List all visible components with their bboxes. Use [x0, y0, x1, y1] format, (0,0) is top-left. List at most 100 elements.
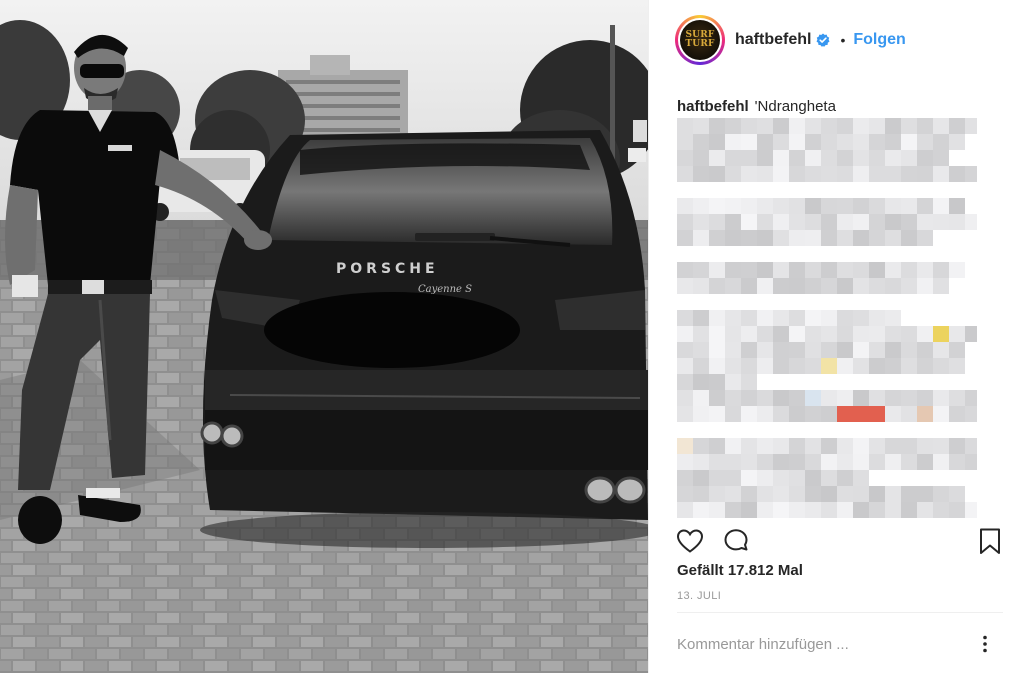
pixel-block — [869, 486, 885, 502]
pixel-block — [869, 342, 885, 358]
pixel-block — [837, 406, 853, 422]
avatar[interactable]: SURF TURF — [675, 15, 725, 65]
pixel-block — [773, 358, 789, 374]
pixel-block — [725, 214, 741, 230]
pixel-block — [789, 310, 805, 326]
pixel-block — [917, 214, 933, 230]
pixel-block — [741, 438, 757, 454]
pixel-block — [693, 502, 709, 518]
pixel-block — [821, 326, 837, 342]
photo-brand-text: PORSCHE — [336, 261, 439, 277]
heart-outline-icon[interactable] — [675, 526, 705, 556]
pixel-block — [773, 214, 789, 230]
verified-badge-icon — [816, 33, 830, 47]
pixel-block — [677, 150, 693, 166]
pixel-block — [933, 198, 949, 214]
pixel-block — [949, 342, 965, 358]
comment-bubble-icon[interactable] — [721, 526, 751, 556]
pixel-block — [917, 502, 933, 518]
likes-count[interactable]: Gefällt 17.812 Mal — [677, 562, 803, 579]
pixel-block — [677, 166, 693, 182]
pixel-block — [677, 486, 693, 502]
avatar-logo-line-2: TURF — [685, 39, 715, 49]
pixel-block — [773, 326, 789, 342]
pixel-block — [949, 438, 965, 454]
caption-username-link[interactable]: haftbefehl — [677, 98, 749, 115]
pixel-block — [853, 406, 869, 422]
follow-button[interactable]: Folgen — [853, 31, 905, 49]
pixel-block — [693, 342, 709, 358]
post-photo[interactable]: PORSCHE Cayenne S — [0, 0, 648, 673]
pixel-block — [725, 134, 741, 150]
pixel-block — [805, 166, 821, 182]
pixel-block — [933, 134, 949, 150]
pixel-block — [789, 214, 805, 230]
pixel-block — [885, 134, 901, 150]
pixel-block — [805, 198, 821, 214]
pixel-block — [773, 502, 789, 518]
pixel-block — [837, 342, 853, 358]
pixel-block — [693, 358, 709, 374]
pixel-block — [805, 438, 821, 454]
pixel-block — [821, 310, 837, 326]
pixel-block — [933, 278, 949, 294]
username-link[interactable]: haftbefehl — [735, 31, 811, 49]
pixel-block — [837, 390, 853, 406]
pixel-block — [917, 454, 933, 470]
pixel-block — [805, 310, 821, 326]
pixel-block — [949, 166, 965, 182]
pixel-block — [837, 262, 853, 278]
pixel-block — [933, 166, 949, 182]
pixel-block — [773, 262, 789, 278]
pixel-block — [965, 326, 977, 342]
pixel-block — [789, 198, 805, 214]
pixel-block — [725, 486, 741, 502]
pixel-block — [677, 278, 693, 294]
pixel-block — [933, 326, 949, 342]
pixel-block — [885, 486, 901, 502]
pixel-block — [709, 406, 725, 422]
post-date[interactable]: 13. JULI — [677, 590, 721, 602]
pixel-block — [789, 358, 805, 374]
pixel-block — [885, 342, 901, 358]
pixel-block — [949, 214, 965, 230]
pixel-block — [725, 390, 741, 406]
pixel-block — [757, 118, 773, 134]
pixel-block — [837, 214, 853, 230]
pixel-block — [725, 374, 741, 390]
pixel-block — [821, 486, 837, 502]
pixel-block — [725, 438, 741, 454]
comment-divider — [677, 612, 1003, 613]
ellipsis-icon[interactable] — [975, 634, 995, 654]
pixel-block — [917, 326, 933, 342]
pixel-block — [789, 438, 805, 454]
pixel-block — [741, 198, 757, 214]
pixel-block — [869, 358, 885, 374]
pixel-block — [677, 374, 693, 390]
pixel-block — [677, 358, 693, 374]
pixel-block — [837, 486, 853, 502]
pixel-block — [885, 118, 901, 134]
pixel-block — [773, 342, 789, 358]
pixel-block — [725, 118, 741, 134]
pixel-block — [677, 406, 693, 422]
bookmark-icon[interactable] — [975, 526, 1005, 556]
pixel-block — [677, 342, 693, 358]
pixel-block — [773, 118, 789, 134]
pixel-block — [709, 358, 725, 374]
pixel-block — [837, 502, 853, 518]
pixel-block — [757, 214, 773, 230]
pixel-block — [757, 486, 773, 502]
pixel-block — [789, 326, 805, 342]
comment-input[interactable] — [677, 632, 967, 656]
pixel-block — [869, 118, 885, 134]
pixel-block — [933, 390, 949, 406]
pixel-block — [757, 390, 773, 406]
pixel-block — [741, 502, 757, 518]
pixel-block — [965, 454, 977, 470]
pixel-block — [725, 454, 741, 470]
pixel-block — [869, 230, 885, 246]
pixel-block — [709, 454, 725, 470]
pixel-block — [821, 342, 837, 358]
pixel-block — [709, 214, 725, 230]
